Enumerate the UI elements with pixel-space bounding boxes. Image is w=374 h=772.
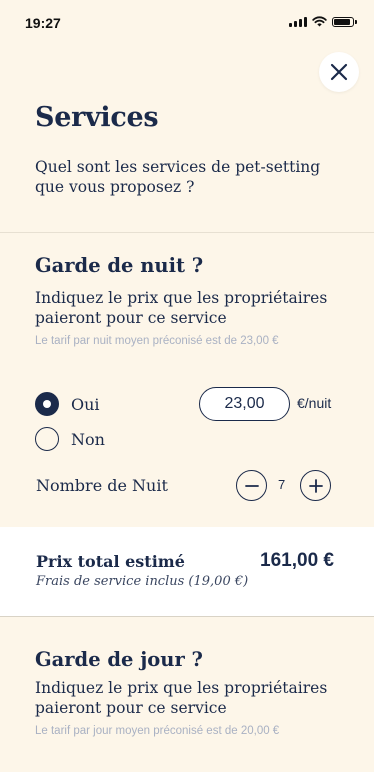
night-price-unit: €/nuit	[297, 395, 332, 411]
nights-label: Nombre de Nuit	[36, 476, 168, 495]
night-care-description: Indiquez le prix que les propriétaires p…	[35, 289, 328, 327]
day-care-hint: Le tarif par jour moyen préconisé est de…	[35, 725, 280, 737]
day-care-title: Garde de jour ?	[35, 648, 203, 671]
battery-icon	[332, 16, 357, 27]
close-button[interactable]	[319, 52, 359, 92]
day-care-description: Indiquez le prix que les propriétaires p…	[35, 679, 328, 717]
radio-button-non[interactable]	[35, 427, 59, 451]
radio-label-non: Non	[71, 429, 105, 449]
night-price-input[interactable]: 23,00	[199, 387, 290, 421]
total-label: Prix total estimé	[36, 552, 185, 571]
nights-decrement-button[interactable]	[236, 470, 267, 501]
radio-button-oui[interactable]	[35, 392, 59, 416]
total-panel	[0, 527, 374, 617]
radio-option-oui[interactable]: Oui	[35, 392, 100, 416]
radio-label-oui: Oui	[71, 394, 100, 414]
status-icons	[289, 16, 357, 27]
night-care-hint: Le tarif par nuit moyen préconisé est de…	[35, 335, 279, 347]
plus-icon	[308, 478, 323, 493]
page-title: Services	[35, 102, 159, 133]
close-icon	[330, 63, 348, 81]
total-fees-note: Frais de service inclus (19,00 €)	[36, 574, 249, 589]
status-time: 19:27	[25, 15, 61, 31]
wifi-icon	[312, 16, 327, 27]
radio-option-non[interactable]: Non	[35, 427, 105, 451]
signal-icon	[289, 16, 307, 27]
night-care-title: Garde de nuit ?	[35, 254, 204, 277]
minus-icon	[244, 484, 259, 487]
nights-value: 7	[278, 477, 286, 492]
nights-increment-button[interactable]	[300, 470, 331, 501]
page-intro: Quel sont les services de pet-setting qu…	[35, 158, 321, 196]
section-divider	[0, 232, 374, 233]
total-value: 161,00 €	[260, 550, 334, 571]
